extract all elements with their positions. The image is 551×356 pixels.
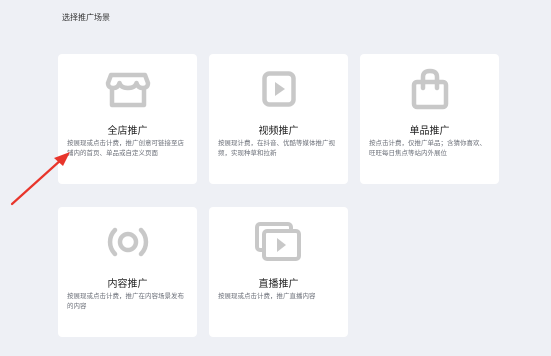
card-description: 按展现或点击计费，推广在内容场景发布的内容 xyxy=(67,292,184,310)
card-store-promotion[interactable]: 全店推广 按展现或点击计费，推广创意可链接至店铺内的首页、单品或自定义页面 xyxy=(58,54,197,184)
card-title: 直播推广 xyxy=(258,279,299,290)
card-description: 按展现或点击计费，推广直播内容 xyxy=(218,292,316,300)
card-title: 内容推广 xyxy=(107,279,148,290)
card-title: 全店推广 xyxy=(107,126,148,137)
card-description: 按展现计费，在抖音、优酷等媒体推广视频，实现种草和拉新 xyxy=(218,139,335,157)
card-live-promotion[interactable]: 直播推广 按展现或点击计费，推广直播内容 xyxy=(209,207,348,337)
shopping-bag-icon xyxy=(404,68,456,110)
live-stream-icon xyxy=(253,221,305,263)
card-product-promotion[interactable]: 单品推广 按点击计费，仅推广单品；含猜你喜欢、旺旺每日焦点等站内外展位 xyxy=(360,54,499,184)
card-description: 按点击计费，仅推广单品；含猜你喜欢、旺旺每日焦点等站内外展位 xyxy=(369,139,486,157)
card-content-promotion[interactable]: 内容推广 按展现或点击计费，推广在内容场景发布的内容 xyxy=(58,207,197,337)
video-icon xyxy=(253,68,305,110)
content-ring-icon xyxy=(102,221,154,263)
card-title: 视频推广 xyxy=(258,126,299,137)
store-icon xyxy=(102,68,154,110)
card-title: 单品推广 xyxy=(409,126,450,137)
card-video-promotion[interactable]: 视频推广 按展现计费，在抖音、优酷等媒体推广视频，实现种草和拉新 xyxy=(209,54,348,184)
card-description: 按展现或点击计费，推广创意可链接至店铺内的首页、单品或自定义页面 xyxy=(67,139,184,157)
page-title: 选择推广场景 xyxy=(62,13,110,22)
